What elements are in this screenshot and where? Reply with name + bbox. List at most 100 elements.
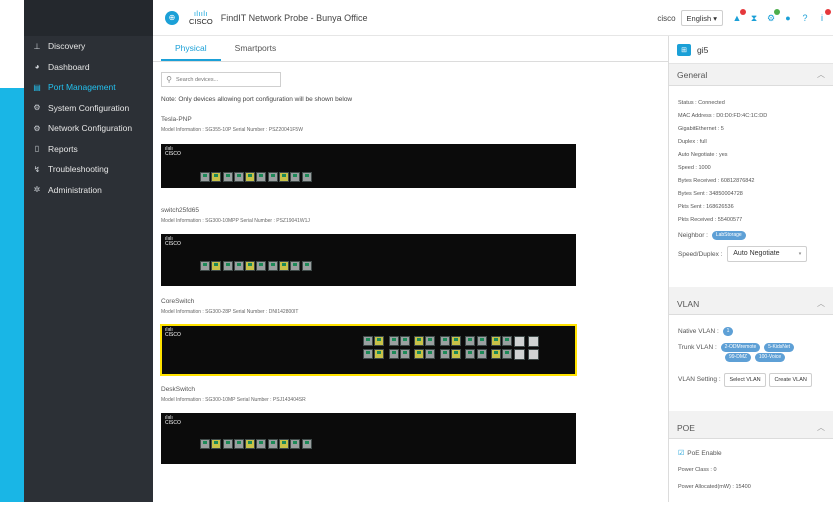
switch-port[interactable] — [439, 349, 450, 359]
sidebar-item-administration[interactable]: ✲ Administration — [24, 180, 153, 201]
switch-port[interactable] — [439, 336, 450, 346]
switch-port[interactable] — [267, 261, 278, 271]
switch-port[interactable] — [451, 336, 462, 346]
switch-port[interactable] — [363, 336, 373, 346]
switch-port[interactable] — [425, 349, 436, 359]
trunk-vlan-badge: 5-KidsNet — [764, 343, 795, 352]
switch-port[interactable] — [200, 172, 210, 182]
hourglass-icon[interactable]: ⧗ — [748, 12, 760, 24]
switch-port[interactable] — [233, 439, 244, 449]
sidebar-item-label: Port Management — [48, 82, 116, 93]
sidebar-item-port-management[interactable]: ▤ Port Management — [24, 77, 153, 98]
section-general-header[interactable]: General ︿ — [669, 64, 833, 86]
switch-port[interactable] — [211, 439, 222, 449]
switch-faceplate-switch25fd65[interactable]: ılıılı CISCO — [161, 234, 576, 286]
sidebar-item-network-configuration[interactable]: ⚙ Network Configuration — [24, 118, 153, 139]
switch-port[interactable] — [476, 349, 487, 359]
switch-port[interactable] — [233, 261, 244, 271]
switch-port[interactable] — [200, 261, 210, 271]
gear-icon[interactable]: ⚙ — [765, 9, 780, 24]
switch-port[interactable] — [256, 261, 267, 271]
info-icon[interactable]: i — [816, 9, 831, 24]
switch-faceplate-coreswitch[interactable]: ılıılı CISCO — [160, 324, 577, 376]
chevron-up-icon[interactable]: ︿ — [817, 298, 825, 309]
chat-icon[interactable]: ● — [782, 12, 794, 24]
switch-port[interactable] — [502, 336, 513, 346]
section-poe-header[interactable]: POE ︿ — [669, 417, 833, 439]
switch-port[interactable] — [290, 172, 301, 182]
sidebar-item-dashboard[interactable]: ◕ Dashboard — [24, 57, 153, 78]
switch-faceplate-tesla-pnp[interactable]: ılıılı CISCO — [161, 144, 576, 188]
sfp-port[interactable] — [513, 349, 525, 360]
switch-port[interactable] — [233, 172, 244, 182]
language-select[interactable]: English ▾ — [680, 10, 723, 26]
checkbox-icon[interactable]: ☑ — [678, 450, 684, 457]
alert-icon[interactable]: ▲ — [731, 9, 746, 24]
switch-port[interactable] — [374, 336, 385, 346]
switch-port[interactable] — [399, 349, 410, 359]
create-vlan-button[interactable]: Create VLAN — [769, 372, 812, 387]
section-vlan-header[interactable]: VLAN ︿ — [669, 293, 833, 315]
switch-port[interactable] — [267, 172, 278, 182]
switch-port[interactable] — [279, 172, 290, 182]
switch-port[interactable] — [414, 349, 425, 359]
help-icon[interactable]: ? — [799, 12, 811, 24]
chevron-up-icon[interactable]: ︿ — [817, 422, 825, 433]
sidebar-item-system-configuration[interactable]: ⚙ System Configuration — [24, 98, 153, 119]
switch-port[interactable] — [490, 349, 501, 359]
sidebar-item-label: System Configuration — [48, 102, 130, 113]
switch-port[interactable] — [476, 336, 487, 346]
switch-port[interactable] — [388, 336, 399, 346]
switch-port[interactable] — [290, 439, 301, 449]
sfp-port[interactable] — [527, 336, 539, 347]
switch-port[interactable] — [301, 261, 312, 271]
switch-port[interactable] — [222, 172, 233, 182]
switch-port[interactable] — [222, 439, 233, 449]
switch-port[interactable] — [222, 261, 233, 271]
chevron-up-icon[interactable]: ︿ — [817, 69, 825, 80]
switch-port[interactable] — [425, 336, 436, 346]
switch-port[interactable] — [374, 349, 385, 359]
app-logo-icon[interactable]: ⊕ — [165, 10, 179, 25]
sidebar-item-troubleshooting[interactable]: ↯ Troubleshooting — [24, 159, 153, 180]
switch-port[interactable] — [465, 336, 476, 346]
tab-smartports[interactable]: Smartports — [221, 43, 291, 61]
switch-faceplate-deskswitch[interactable]: ılıılı CISCO — [161, 413, 576, 464]
switch-port[interactable] — [211, 261, 222, 271]
switch-port[interactable] — [414, 336, 425, 346]
sidebar-item-reports[interactable]: ▯ Reports — [24, 139, 153, 160]
sidebar-item-discovery[interactable]: ⊥ Discovery — [24, 36, 153, 57]
cisco-logo-icon: ılıılı CISCO — [165, 146, 181, 157]
trunk-vlan-label: Trunk VLAN : — [678, 344, 717, 352]
switch-port[interactable] — [502, 349, 513, 359]
select-vlan-button[interactable]: Select VLAN — [724, 372, 766, 387]
speed-duplex-select[interactable]: Auto Negotiate ▾ — [727, 246, 808, 263]
switch-port[interactable] — [279, 261, 290, 271]
switch-port[interactable] — [245, 172, 256, 182]
switch-port[interactable] — [490, 336, 501, 346]
switch-port[interactable] — [245, 439, 256, 449]
switch-port[interactable] — [256, 172, 267, 182]
neighbor-badge[interactable]: LabStorage — [711, 230, 746, 240]
switch-port[interactable] — [200, 439, 210, 449]
switch-port[interactable] — [388, 349, 399, 359]
user-name[interactable]: cisco — [657, 14, 675, 23]
device-info: Model Information : SG355-10P Serial Num… — [161, 127, 303, 133]
sfp-port[interactable] — [527, 349, 539, 360]
switch-port[interactable] — [245, 261, 256, 271]
switch-port[interactable] — [279, 439, 290, 449]
tab-physical[interactable]: Physical — [161, 43, 221, 61]
switch-port[interactable] — [399, 336, 410, 346]
switch-port[interactable] — [301, 172, 312, 182]
switch-port[interactable] — [451, 349, 462, 359]
speed-text: Speed : 1000 — [678, 165, 711, 171]
switch-port[interactable] — [363, 349, 373, 359]
switch-port[interactable] — [256, 439, 267, 449]
switch-port[interactable] — [465, 349, 476, 359]
switch-port[interactable] — [301, 439, 312, 449]
search-input[interactable] — [176, 76, 276, 83]
switch-port[interactable] — [267, 439, 278, 449]
switch-port[interactable] — [211, 172, 222, 182]
sfp-port[interactable] — [513, 336, 525, 347]
switch-port[interactable] — [290, 261, 301, 271]
